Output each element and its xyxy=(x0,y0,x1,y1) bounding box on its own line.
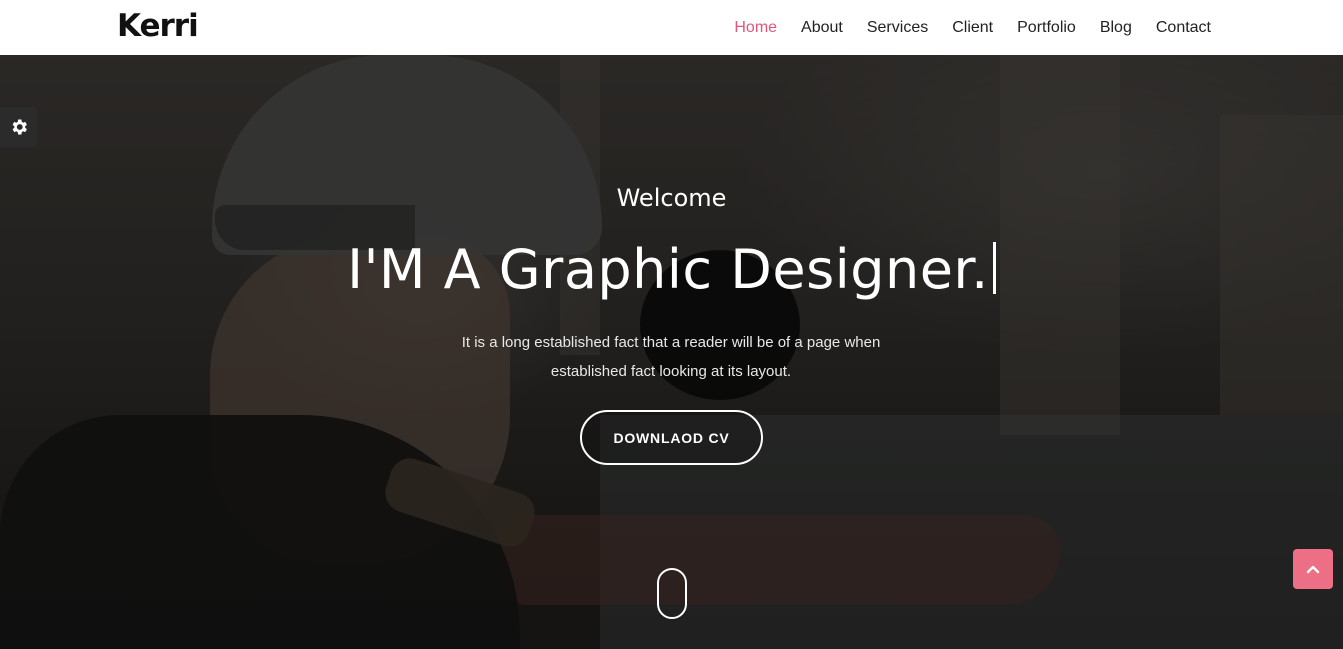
chevron-up-icon xyxy=(1306,565,1320,574)
nav-item-home[interactable]: Home xyxy=(734,19,777,37)
nav-item-services[interactable]: Services xyxy=(867,19,928,37)
nav-item-contact[interactable]: Contact xyxy=(1156,19,1211,37)
main-nav: Home About Services Client Portfolio Blo… xyxy=(710,0,1211,55)
hero-description-line: It is a long established fact that a rea… xyxy=(461,334,881,351)
settings-toggle-button[interactable] xyxy=(0,107,37,147)
gear-icon xyxy=(12,119,27,135)
nav-item-about[interactable]: About xyxy=(801,19,843,37)
mouse-scroll-icon[interactable] xyxy=(657,568,687,619)
hero-section: Welcome I'M A Graphic Designer. It is a … xyxy=(0,55,1343,649)
back-to-top-button[interactable] xyxy=(1293,549,1333,589)
hero-description: It is a long established fact that a rea… xyxy=(421,328,921,386)
typing-cursor xyxy=(992,242,996,294)
hero-headline-text: I'M A Graphic Designer. xyxy=(347,238,989,301)
nav-item-client[interactable]: Client xyxy=(952,19,993,37)
hero-headline: I'M A Graphic Designer. xyxy=(0,238,1343,301)
nav-item-blog[interactable]: Blog xyxy=(1100,19,1132,37)
hero-welcome: Welcome xyxy=(616,184,727,212)
hero-description-line: established fact looking at its layout. xyxy=(550,363,792,380)
navbar: Kerri Home About Services Client Portfol… xyxy=(0,0,1343,55)
nav-item-portfolio[interactable]: Portfolio xyxy=(1017,19,1076,37)
logo[interactable]: Kerri xyxy=(117,8,199,44)
download-cv-button[interactable]: DOWNLAOD CV xyxy=(580,410,763,465)
